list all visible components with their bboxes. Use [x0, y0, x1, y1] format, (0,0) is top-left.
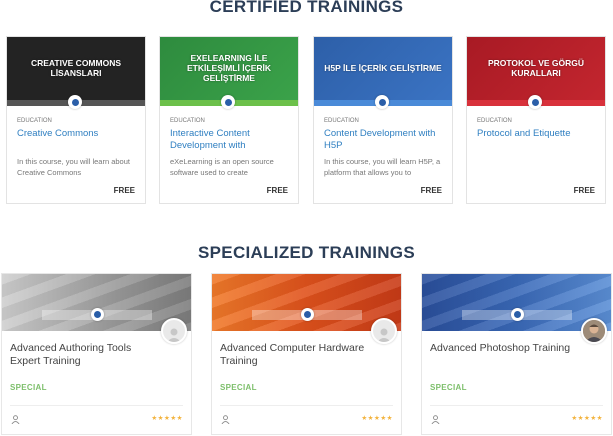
divider	[430, 405, 603, 406]
course-title-link[interactable]: Protocol and Etiquette	[477, 128, 601, 140]
banner-text: EXELEARNING İLE ETKİLEŞİMLİ İÇERİK GELİŞ…	[186, 52, 272, 83]
course-card-h5p[interactable]: H5P İLE İÇERİK GELİŞTİRME EDUCATION Cont…	[313, 36, 453, 204]
course-title-link[interactable]: Advanced Authoring Tools Expert Training	[10, 342, 160, 368]
exe-logo-icon	[528, 95, 542, 109]
exe-logo-icon	[375, 95, 389, 109]
avatar-icon[interactable]	[371, 318, 397, 344]
exe-logo-icon	[221, 95, 235, 109]
course-description: In this course, you will learn H5P, a pl…	[324, 157, 441, 177]
course-category: EDUCATION	[170, 118, 205, 124]
divider	[10, 405, 183, 406]
course-description: In this course, you will learn about Cre…	[17, 157, 130, 177]
specialized-trainings-heading: SPECIALIZED TRAININGS	[198, 243, 415, 262]
course-price: FREE	[573, 186, 595, 195]
star-rating: ★★★★★	[151, 415, 183, 422]
user-icon	[11, 415, 20, 424]
special-badge: SPECIAL	[10, 383, 47, 392]
star-rating: ★★★★★	[361, 415, 393, 422]
exe-logo-icon	[301, 308, 314, 321]
user-icon	[431, 415, 440, 424]
certified-trainings-heading: CERTIFIED TRAININGS	[209, 0, 404, 16]
avatar-icon[interactable]	[161, 318, 187, 344]
course-card-photoshop[interactable]: Advanced Photoshop Training SPECIAL ★★★★…	[421, 273, 612, 435]
banner-text: PROTOKOL VE GÖRGÜ KURALLARI	[487, 57, 585, 78]
avatar-icon[interactable]	[581, 318, 607, 344]
course-card-interactive-content[interactable]: EXELEARNING İLE ETKİLEŞİMLİ İÇERİK GELİŞ…	[159, 36, 299, 204]
banner-text: CREATIVE COMMONS LİSANSLARI	[30, 57, 122, 78]
special-badge: SPECIAL	[220, 383, 257, 392]
course-category: EDUCATION	[17, 118, 52, 124]
exe-logo-icon	[91, 308, 104, 321]
course-title-link[interactable]: Interactive Content Development with	[170, 128, 294, 152]
course-card-authoring-tools[interactable]: Advanced Authoring Tools Expert Training…	[1, 273, 192, 435]
course-card-protocol[interactable]: PROTOKOL VE GÖRGÜ KURALLARI EDUCATION Pr…	[466, 36, 606, 204]
exe-logo-icon	[511, 308, 524, 321]
course-description: eXeLearning is an open source software u…	[170, 157, 274, 177]
divider	[220, 405, 393, 406]
course-title-link[interactable]: Advanced Photoshop Training	[430, 342, 605, 355]
exe-logo-icon	[68, 95, 82, 109]
course-card-creative-commons[interactable]: CREATIVE COMMONS LİSANSLARI EDUCATION Cr…	[6, 36, 146, 204]
star-rating: ★★★★★	[571, 415, 603, 422]
course-card-computer-hardware[interactable]: Advanced Computer Hardware Training SPEC…	[211, 273, 402, 435]
course-title-link[interactable]: Creative Commons	[17, 128, 141, 140]
course-description	[477, 156, 599, 178]
course-price: FREE	[266, 186, 288, 195]
user-icon	[221, 415, 230, 424]
course-category: EDUCATION	[477, 118, 512, 124]
course-category: EDUCATION	[324, 118, 359, 124]
course-title-link[interactable]: Content Development with H5P	[324, 128, 448, 152]
special-badge: SPECIAL	[430, 383, 467, 392]
course-price: FREE	[420, 186, 442, 195]
course-title-link[interactable]: Advanced Computer Hardware Training	[220, 342, 370, 368]
course-price: FREE	[113, 186, 135, 195]
banner-text: H5P İLE İÇERİK GELİŞTİRME	[324, 62, 442, 73]
